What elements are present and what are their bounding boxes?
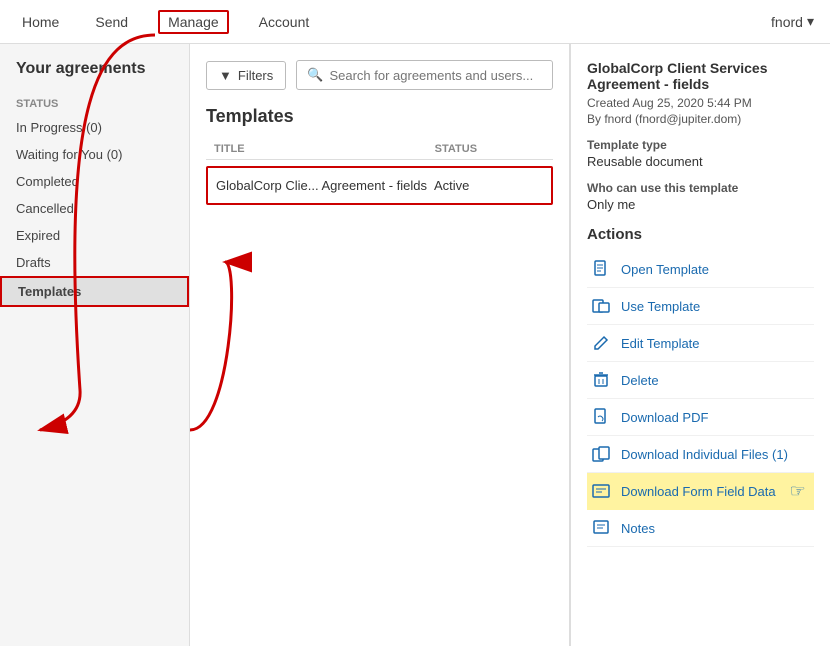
action-download-pdf[interactable]: Download PDF <box>587 399 814 436</box>
pdf-icon <box>591 407 611 427</box>
search-input[interactable] <box>329 68 542 83</box>
templates-title: Templates <box>206 106 553 127</box>
action-use-template[interactable]: Use Template <box>587 288 814 325</box>
sidebar-status-label: STATUS <box>0 90 189 114</box>
action-download-form-field-data[interactable]: Download Form Field Data ☞ <box>587 473 814 510</box>
action-use-template-label: Use Template <box>621 299 700 314</box>
action-edit-template[interactable]: Edit Template <box>587 325 814 362</box>
sidebar-item-cancelled[interactable]: Cancelled <box>0 195 189 222</box>
sidebar-item-expired[interactable]: Expired <box>0 222 189 249</box>
nav-account[interactable]: Account <box>253 10 316 34</box>
files-icon <box>591 444 611 464</box>
panel-created: Created Aug 25, 2020 5:44 PM <box>587 96 814 110</box>
sidebar-item-completed[interactable]: Completed <box>0 168 189 195</box>
row-status: Active <box>434 178 543 193</box>
sidebar-title: Your agreements <box>0 60 189 90</box>
template-type-value: Reusable document <box>587 154 814 169</box>
notes-icon <box>591 518 611 538</box>
edit-icon <box>591 333 611 353</box>
nav-home[interactable]: Home <box>16 10 65 34</box>
action-edit-template-label: Edit Template <box>621 336 700 351</box>
col-header-status: STATUS <box>435 143 545 155</box>
chevron-down-icon[interactable]: ▾ <box>807 13 814 30</box>
filter-button[interactable]: ▼ Filters <box>206 61 286 90</box>
nav-manage[interactable]: Manage <box>158 10 229 34</box>
action-notes-label: Notes <box>621 521 655 536</box>
sidebar-item-waitingforyou[interactable]: Waiting for You (0) <box>0 141 189 168</box>
nav-send[interactable]: Send <box>89 10 134 34</box>
main-layout: Your agreements STATUS In Progress (0) W… <box>0 44 830 646</box>
search-input-wrap: 🔍 <box>296 60 553 90</box>
center-content: ▼ Filters 🔍 Templates TITLE STATUS Globa… <box>190 44 570 646</box>
right-panel: GlobalCorp Client Services Agreement - f… <box>570 44 830 646</box>
top-nav: Home Send Manage Account fnord ▾ <box>0 0 830 44</box>
template-type-label: Template type <box>587 138 814 152</box>
who-label: Who can use this template <box>587 181 814 195</box>
trash-icon <box>591 370 611 390</box>
table-header: TITLE STATUS <box>206 139 553 160</box>
action-delete-label: Delete <box>621 373 659 388</box>
page-wrapper: Home Send Manage Account fnord ▾ Your ag… <box>0 0 830 646</box>
sidebar: Your agreements STATUS In Progress (0) W… <box>0 44 190 646</box>
row-title: GlobalCorp Clie... Agreement - fields <box>216 178 434 193</box>
sidebar-item-drafts[interactable]: Drafts <box>0 249 189 276</box>
table-row[interactable]: GlobalCorp Clie... Agreement - fields Ac… <box>206 166 553 205</box>
action-open-template-label: Open Template <box>621 262 709 277</box>
action-download-files[interactable]: Download Individual Files (1) <box>587 436 814 473</box>
cursor-hand-icon: ☞ <box>790 481 806 502</box>
action-download-pdf-label: Download PDF <box>621 410 708 425</box>
action-open-template[interactable]: Open Template <box>587 251 814 288</box>
action-notes[interactable]: Notes <box>587 510 814 547</box>
use-icon <box>591 296 611 316</box>
nav-user: fnord ▾ <box>771 13 814 30</box>
search-bar: ▼ Filters 🔍 <box>206 60 553 90</box>
action-download-form-field-data-label: Download Form Field Data <box>621 484 776 499</box>
who-value: Only me <box>587 197 814 212</box>
action-download-files-label: Download Individual Files (1) <box>621 447 788 462</box>
doc-icon <box>591 259 611 279</box>
col-header-title: TITLE <box>214 143 435 155</box>
form-icon <box>591 482 611 502</box>
filter-icon: ▼ <box>219 68 232 83</box>
who-section: Who can use this template Only me <box>587 181 814 212</box>
search-icon: 🔍 <box>307 67 323 83</box>
panel-title: GlobalCorp Client Services Agreement - f… <box>587 60 814 92</box>
action-delete[interactable]: Delete <box>587 362 814 399</box>
sidebar-item-inprogress[interactable]: In Progress (0) <box>0 114 189 141</box>
panel-by: By fnord (fnord@jupiter.dom) <box>587 112 814 126</box>
actions-label: Actions <box>587 226 814 243</box>
sidebar-item-templates[interactable]: Templates <box>0 276 189 307</box>
template-type-section: Template type Reusable document <box>587 138 814 169</box>
